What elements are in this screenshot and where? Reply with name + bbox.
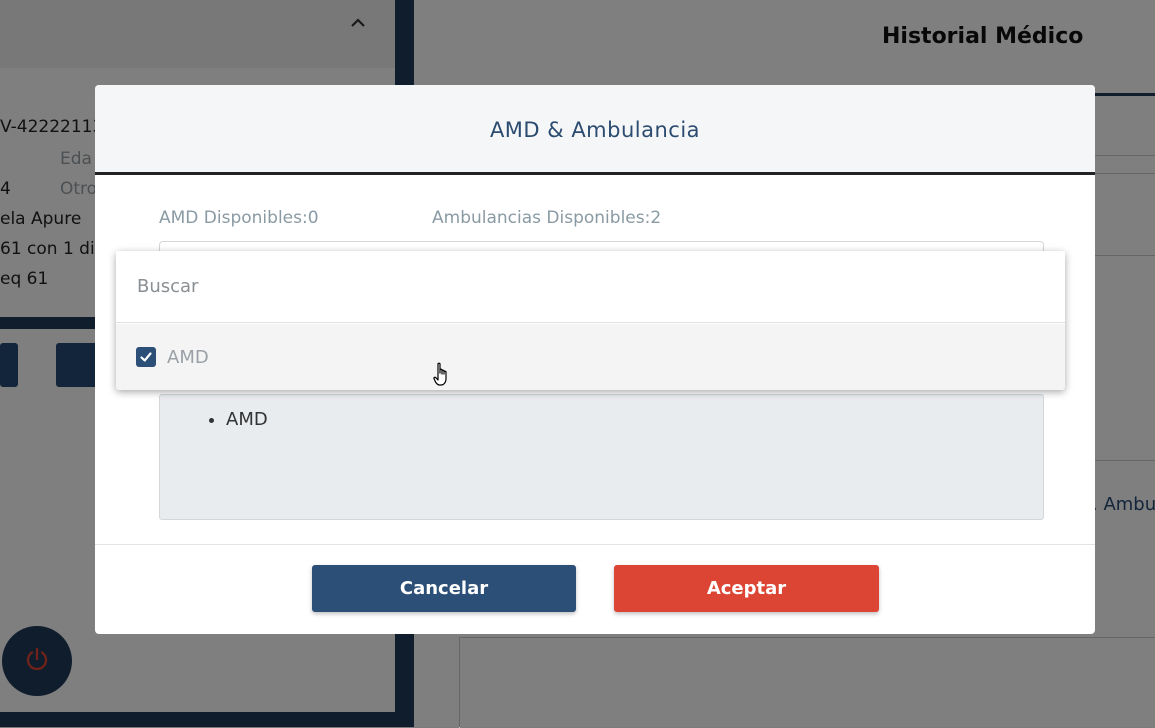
ambulances-available-count: Ambulancias Disponibles:2 [432, 208, 662, 228]
modal-header: AMD & Ambulancia [95, 85, 1095, 175]
modal-footer-divider [95, 544, 1095, 545]
checkbox-checked[interactable] [136, 347, 156, 367]
modal-title: AMD & Ambulancia [489, 118, 701, 142]
accept-button[interactable]: Aceptar [614, 565, 879, 612]
dropdown-option-amd[interactable]: AMD [116, 324, 1065, 390]
dropdown-search-input[interactable] [116, 251, 1065, 323]
selected-resources-list: AMD [159, 394, 1044, 520]
selected-resource-item: AMD [226, 409, 1043, 430]
dropdown-option-label: AMD [167, 346, 209, 368]
cancel-button[interactable]: Cancelar [312, 565, 576, 612]
resource-dropdown-menu: AMD [116, 251, 1065, 390]
check-icon [140, 352, 152, 362]
amd-available-count: AMD Disponibles:0 [159, 208, 319, 228]
hand-pointer-cursor-icon [433, 362, 447, 386]
